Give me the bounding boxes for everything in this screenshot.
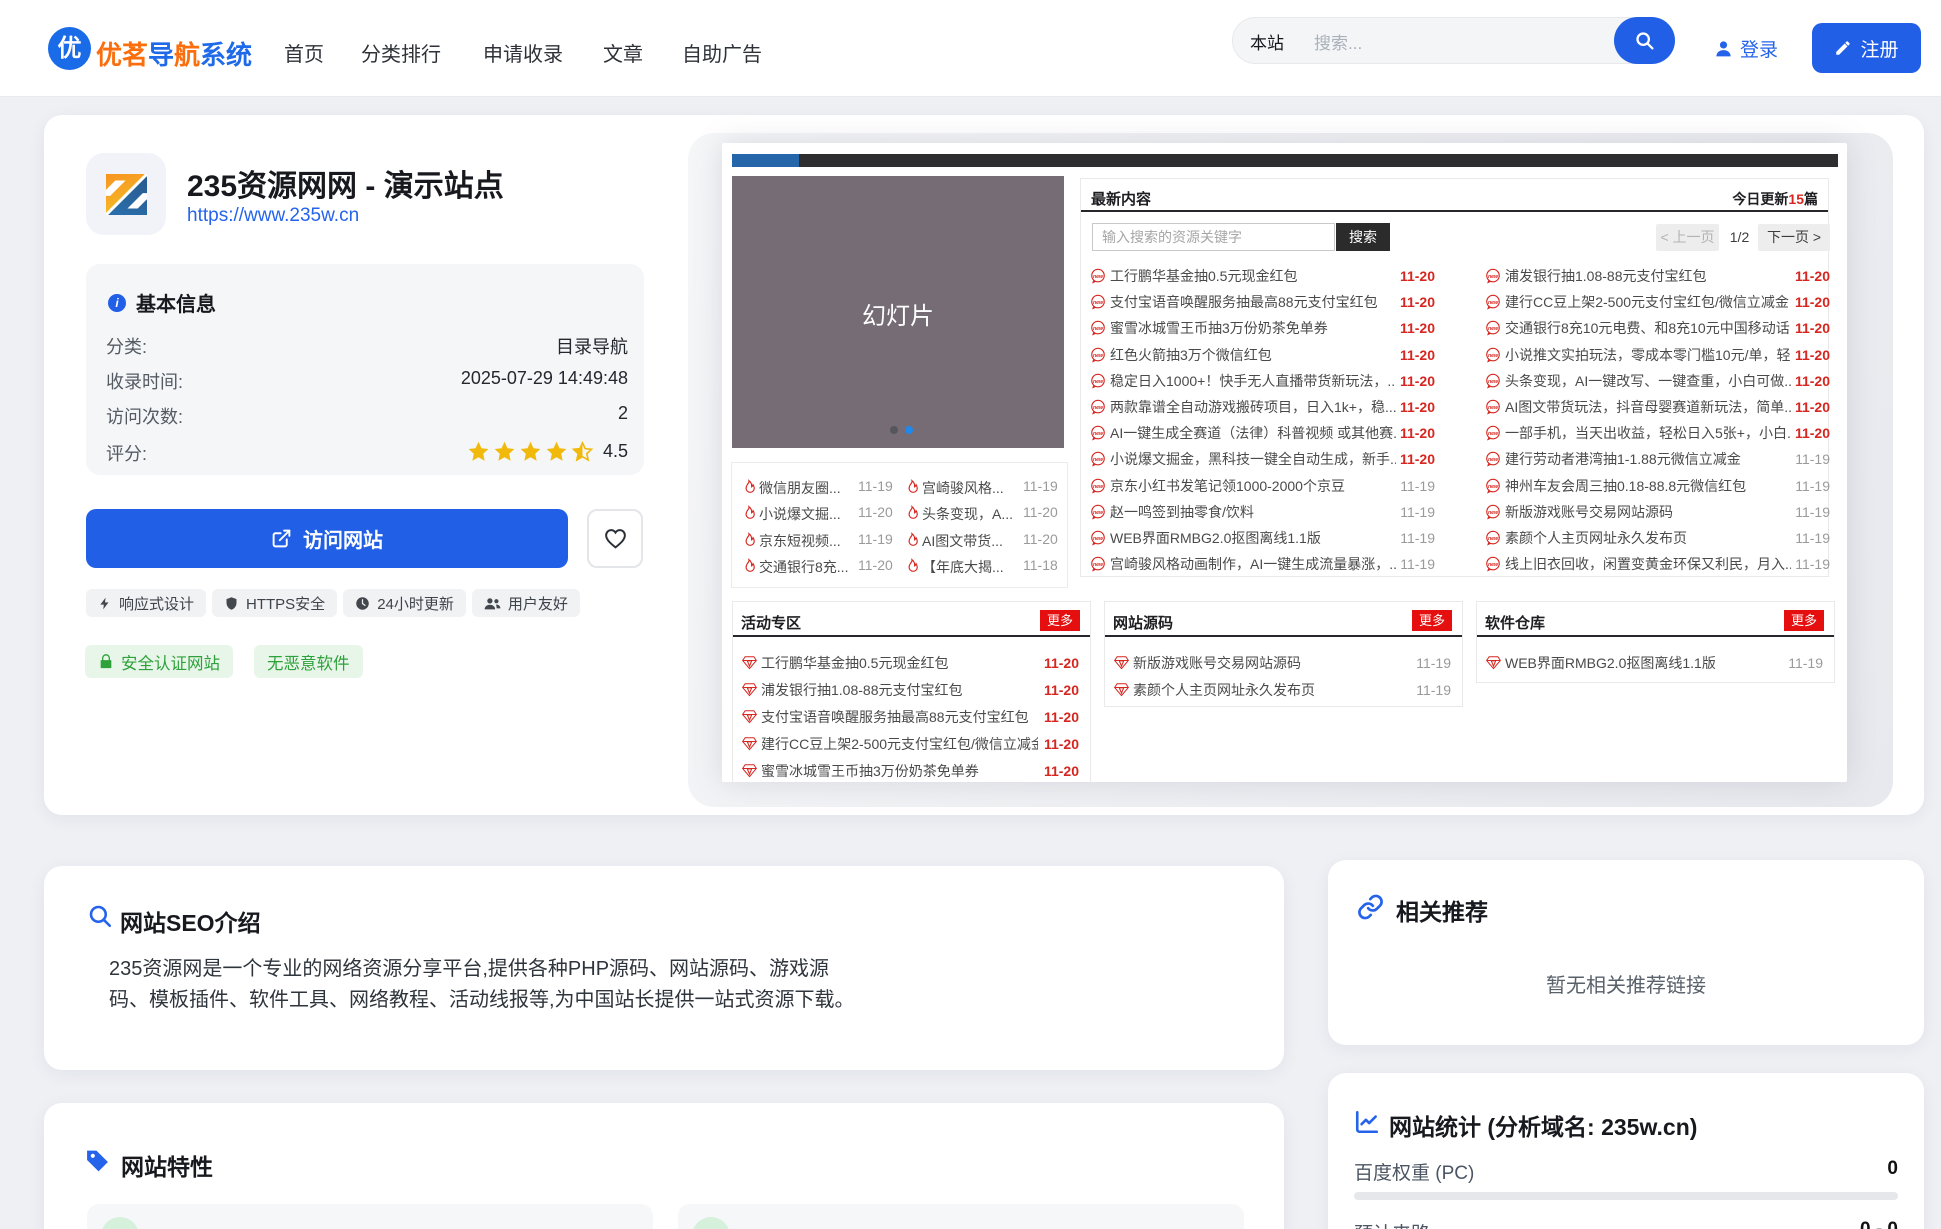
svg-text:new: new bbox=[1488, 300, 1499, 306]
svg-text:new: new bbox=[1488, 353, 1499, 359]
svg-text:new: new bbox=[1093, 431, 1104, 437]
svg-text:new: new bbox=[1093, 562, 1104, 568]
svg-text:new: new bbox=[1488, 379, 1499, 385]
svg-text:new: new bbox=[1488, 536, 1499, 542]
svg-text:new: new bbox=[1093, 457, 1104, 463]
svg-text:new: new bbox=[1488, 484, 1499, 490]
svg-text:new: new bbox=[1488, 510, 1499, 516]
svg-text:new: new bbox=[1488, 562, 1499, 568]
svg-text:new: new bbox=[1093, 536, 1104, 542]
svg-text:new: new bbox=[1093, 300, 1104, 306]
svg-text:new: new bbox=[1093, 510, 1104, 516]
svg-text:new: new bbox=[1488, 405, 1499, 411]
svg-text:new: new bbox=[1093, 405, 1104, 411]
svg-text:new: new bbox=[1488, 431, 1499, 437]
svg-text:new: new bbox=[1093, 353, 1104, 359]
svg-text:new: new bbox=[1488, 274, 1499, 280]
svg-text:new: new bbox=[1093, 274, 1104, 280]
svg-text:new: new bbox=[1093, 326, 1104, 332]
svg-text:new: new bbox=[1093, 379, 1104, 385]
svg-text:new: new bbox=[1488, 457, 1499, 463]
svg-text:new: new bbox=[1488, 326, 1499, 332]
svg-text:new: new bbox=[1093, 484, 1104, 490]
